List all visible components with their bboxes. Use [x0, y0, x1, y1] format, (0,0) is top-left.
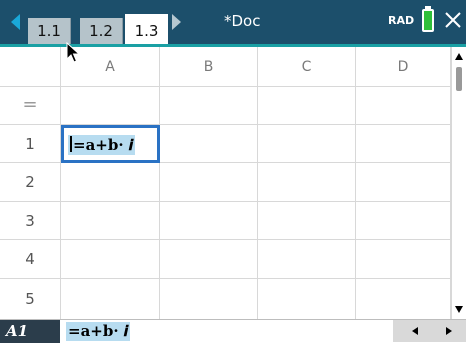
next-page-icon[interactable] [172, 14, 181, 30]
cell-a4[interactable] [61, 240, 160, 279]
battery-icon [422, 9, 434, 32]
vertical-scrollbar[interactable] [451, 47, 466, 319]
cell-reference: A1 [0, 320, 60, 343]
row-header-4[interactable]: 4 [0, 240, 61, 279]
spreadsheet-grid[interactable]: A B C D = 1 2 3 4 5 =a+b· 𝒊 [0, 47, 451, 319]
close-icon[interactable] [443, 10, 463, 30]
cell-a5[interactable] [61, 279, 160, 319]
cell-d3[interactable] [356, 202, 451, 240]
row-header-3[interactable]: 3 [0, 202, 61, 240]
cell-b5[interactable] [160, 279, 258, 319]
title-bar: 1.1 1.2 1.3 *Doc RAD [0, 0, 466, 47]
entry-scroll-right-icon[interactable] [446, 327, 452, 335]
cell-b4[interactable] [160, 240, 258, 279]
cell-a2[interactable] [61, 163, 160, 202]
entry-scroll-left-icon[interactable] [412, 327, 418, 335]
previous-page-icon[interactable] [11, 14, 20, 30]
cell-a1-text: =a+b· 𝒊 [73, 136, 133, 154]
cell-d5[interactable] [356, 279, 451, 319]
tab-1-3[interactable]: 1.3 [125, 14, 168, 47]
cell-d4[interactable] [356, 240, 451, 279]
formula-cell-a[interactable] [61, 87, 160, 125]
column-header-d[interactable]: D [356, 47, 451, 87]
text-cursor [70, 136, 72, 152]
entry-line-input[interactable]: =a+b· 𝒊 [60, 320, 393, 343]
cell-a1-content: =a+b· 𝒊 [68, 135, 135, 155]
cell-c2[interactable] [258, 163, 356, 202]
cell-c5[interactable] [258, 279, 356, 319]
up-arrow-icon[interactable] [455, 53, 463, 60]
formula-cell-d[interactable] [356, 87, 451, 125]
down-arrow-icon[interactable] [455, 306, 463, 313]
grid-corner [0, 47, 61, 87]
entry-line-bar: A1 =a+b· 𝒊 [0, 319, 466, 343]
row-header-1[interactable]: 1 [0, 125, 61, 163]
row-header-5[interactable]: 5 [0, 279, 61, 319]
tab-1-1[interactable]: 1.1 [28, 18, 71, 44]
formula-cell-c[interactable] [258, 87, 356, 125]
document-title: *Doc [224, 12, 261, 30]
cell-c3[interactable] [258, 202, 356, 240]
cell-b1[interactable] [160, 125, 258, 163]
cell-b2[interactable] [160, 163, 258, 202]
column-header-b[interactable]: B [160, 47, 258, 87]
cell-a3[interactable] [61, 202, 160, 240]
mouse-pointer-icon [66, 42, 80, 63]
cell-d2[interactable] [356, 163, 451, 202]
entry-line-text: =a+b· 𝒊 [66, 322, 130, 341]
formula-cell-b[interactable] [160, 87, 258, 125]
angle-mode-indicator: RAD [388, 14, 415, 27]
cell-b3[interactable] [160, 202, 258, 240]
formula-row-header[interactable]: = [0, 87, 61, 125]
cell-c1[interactable] [258, 125, 356, 163]
cell-d1[interactable] [356, 125, 451, 163]
scroll-thumb[interactable] [456, 67, 462, 91]
cell-a1[interactable]: =a+b· 𝒊 [61, 125, 160, 163]
cell-c4[interactable] [258, 240, 356, 279]
column-header-c[interactable]: C [258, 47, 356, 87]
tab-1-2[interactable]: 1.2 [80, 18, 123, 44]
row-header-2[interactable]: 2 [0, 163, 61, 202]
